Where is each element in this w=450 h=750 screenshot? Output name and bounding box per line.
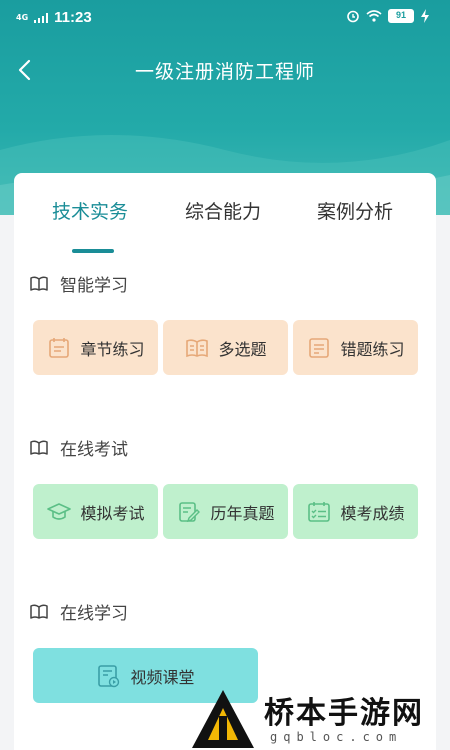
button-label: 视频课堂	[130, 667, 195, 687]
button-label: 错题练习	[340, 339, 405, 359]
chapter-practice-button[interactable]: 章节练习	[33, 320, 158, 375]
mock-score-button[interactable]: 模考成绩	[293, 484, 418, 539]
signal-icon	[34, 12, 49, 23]
edit-document-icon	[179, 501, 201, 522]
active-tab-indicator	[72, 249, 114, 253]
wifi-icon	[366, 10, 382, 22]
watermark-url: gqbloc.com	[270, 730, 403, 744]
checklist-icon	[308, 501, 331, 522]
button-label: 模考成绩	[340, 503, 405, 523]
section-title: 在线学习	[60, 604, 128, 624]
main-card: 技术实务 综合能力 案例分析 智能学习 章节练习 多选题 错题练习 在线考试 模…	[14, 173, 436, 750]
video-lesson-icon	[98, 664, 120, 687]
open-book-icon	[186, 338, 209, 357]
section-online-exam: 在线考试	[30, 435, 128, 460]
alarm-icon	[347, 10, 359, 23]
graduation-cap-icon	[47, 502, 72, 520]
section-title: 智能学习	[60, 276, 128, 296]
status-bar: 4G 11:23 91	[0, 0, 450, 36]
tab-comprehensive-ability[interactable]: 综合能力	[185, 197, 261, 224]
subject-tabs: 技术实务 综合能力 案例分析	[14, 197, 436, 253]
watermark-name: 桥本手游网	[264, 696, 424, 731]
section-title: 在线考试	[60, 440, 128, 460]
section-smart-learning: 智能学习	[30, 271, 128, 296]
tab-case-analysis[interactable]: 案例分析	[317, 197, 393, 224]
page-title: 一级注册消防工程师	[134, 61, 315, 83]
battery-indicator: 91	[388, 9, 414, 23]
multiple-choice-button[interactable]: 多选题	[163, 320, 288, 375]
book-icon	[30, 603, 48, 619]
book-icon	[30, 275, 48, 291]
chapter-list-icon	[49, 337, 70, 358]
past-papers-button[interactable]: 历年真题	[163, 484, 288, 539]
section-online-study: 在线学习	[30, 599, 128, 624]
charging-icon	[421, 9, 429, 23]
button-label: 模拟考试	[80, 503, 145, 523]
button-label: 历年真题	[210, 503, 275, 523]
book-icon	[30, 439, 48, 455]
notebook-icon	[309, 337, 330, 358]
title-bar: 一级注册消防工程师	[0, 50, 450, 90]
watermark-logo-icon	[192, 690, 254, 748]
button-label: 章节练习	[80, 339, 145, 359]
watermark: 桥本手游网 gqbloc.com	[190, 678, 450, 750]
tab-technical-practice[interactable]: 技术实务	[52, 197, 128, 224]
wrong-question-practice-button[interactable]: 错题练习	[293, 320, 418, 375]
button-label: 多选题	[218, 339, 267, 359]
network-indicator: 4G	[16, 12, 29, 22]
status-time: 11:23	[54, 9, 92, 26]
mock-exam-button[interactable]: 模拟考试	[33, 484, 158, 539]
